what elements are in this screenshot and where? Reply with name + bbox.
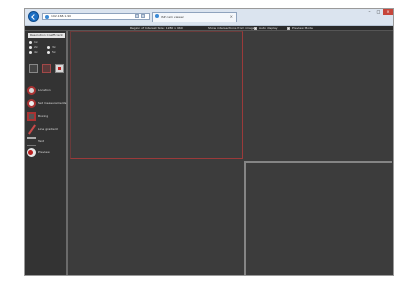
minimize-button[interactable]: – <box>365 9 374 15</box>
back-button[interactable] <box>28 11 39 22</box>
browser-window: 192.168.1.90 ISP cam viewer × – □ × Regi… <box>24 8 394 276</box>
size-label-4: 4x <box>34 50 38 54</box>
tab-label: ISP cam viewer <box>161 15 184 19</box>
tool-panel: Resolution Coefficient 1x 2x 3x 4x 5x 6x… <box>25 31 68 275</box>
tool-preview[interactable]: Preview <box>27 148 66 157</box>
size-label-3: 3x <box>52 45 56 49</box>
tool-label: Boxing <box>38 114 49 118</box>
tool-text[interactable]: Text <box>27 137 66 146</box>
secondary-view-pane[interactable] <box>244 161 392 275</box>
tool-location[interactable]: Location <box>27 86 66 95</box>
browser-tab[interactable]: ISP cam viewer × <box>152 12 237 22</box>
tool-label: Text <box>38 139 45 143</box>
mode-button-record[interactable] <box>55 64 64 73</box>
tool-line[interactable]: Line gradient <box>27 125 66 134</box>
tool-label: Location <box>38 88 51 92</box>
close-window-button[interactable]: × <box>383 9 393 15</box>
circle-icon <box>27 86 36 95</box>
size-label-1: 1x <box>34 40 38 44</box>
search-dropdown-icon[interactable] <box>135 14 139 18</box>
size-radio-5[interactable] <box>47 51 50 54</box>
line-icon <box>27 125 36 134</box>
browser-toolbar: 192.168.1.90 ISP cam viewer × – □ × <box>25 9 393 26</box>
size-label-2: 2x <box>34 45 38 49</box>
target-icon <box>27 99 36 108</box>
mode-button-crop[interactable] <box>42 64 51 73</box>
size-label-5: 5x <box>52 50 56 54</box>
refresh-icon[interactable] <box>141 14 145 18</box>
tool-boxing[interactable]: Boxing <box>27 112 66 121</box>
tool-label: Preview <box>38 150 50 154</box>
tab-close-icon[interactable]: × <box>230 15 233 19</box>
page-icon <box>45 15 49 19</box>
tool-measurements[interactable]: Set measurements <box>27 99 66 108</box>
selection-rectangle[interactable] <box>70 31 243 159</box>
size-radio-4[interactable] <box>29 51 32 54</box>
tool-label: Line gradient <box>38 127 58 131</box>
resolution-header: Resolution Coefficient <box>28 33 65 38</box>
address-bar[interactable]: 192.168.1.90 <box>42 13 150 20</box>
auto-display-checkbox[interactable] <box>254 27 257 30</box>
text-icon <box>27 137 36 146</box>
eye-icon <box>27 148 36 157</box>
size-radio-3[interactable] <box>47 46 50 49</box>
address-text: 192.168.1.90 <box>51 14 72 18</box>
size-radio-2[interactable] <box>29 46 32 49</box>
tab-favicon-icon <box>155 14 159 18</box>
maximize-button[interactable]: □ <box>374 9 383 15</box>
size-radio-1[interactable] <box>29 41 32 44</box>
drawing-canvas[interactable] <box>70 31 393 275</box>
tool-label: Set measurements <box>38 101 67 105</box>
mode-button-normal[interactable] <box>29 64 38 73</box>
rectangle-icon <box>27 112 36 121</box>
preview-mode-checkbox[interactable] <box>287 27 290 30</box>
